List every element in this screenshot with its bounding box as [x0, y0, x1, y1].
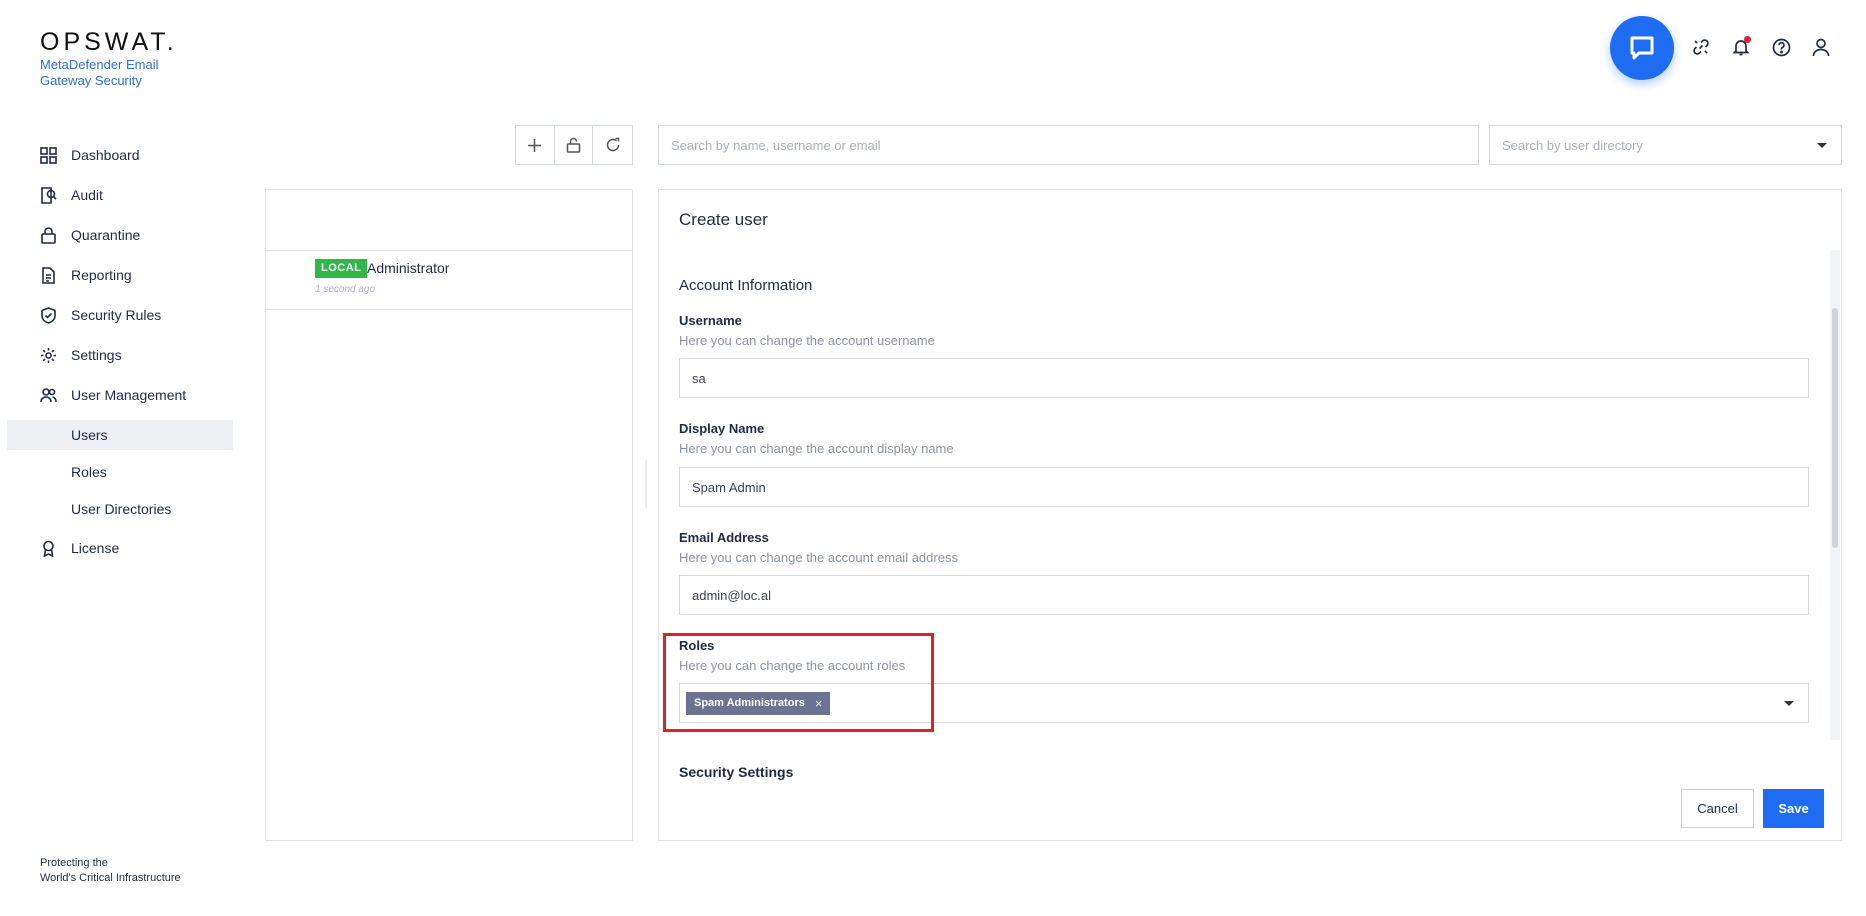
sidebar-item-security-rules[interactable]: Security Rules [0, 300, 240, 330]
shield-check-icon [41, 307, 56, 324]
cancel-button[interactable]: Cancel [1681, 789, 1754, 828]
user-list: LOCAL Administrator 1 second ago [265, 189, 633, 841]
notifications-button[interactable] [1730, 36, 1752, 58]
sidebar-subitem-label: Users [71, 427, 108, 443]
link-button[interactable] [1690, 36, 1712, 58]
sidebar-subitem-label: Roles [71, 464, 107, 480]
form-scrollbar-thumb[interactable] [1832, 308, 1838, 548]
display-name-label: Display Name [679, 421, 765, 436]
user-search-input[interactable] [658, 125, 1479, 165]
user-directory-select[interactable]: Search by user directory [1489, 125, 1842, 165]
sidebar-item-audit[interactable]: Audit [0, 180, 240, 210]
footer-line: Protecting the [40, 857, 108, 869]
users-icon [40, 388, 57, 403]
sidebar-item-label: Security Rules [71, 307, 162, 323]
display-name-help: Here you can change the account display … [679, 441, 954, 456]
lock-icon [41, 227, 56, 244]
user-directory-placeholder: Search by user directory [1502, 138, 1643, 153]
link-icon [1693, 39, 1709, 55]
user-icon [1812, 38, 1830, 56]
refresh-button[interactable] [593, 126, 632, 164]
sidebar-item-label: Reporting [71, 267, 132, 283]
sidebar-item-label: Dashboard [71, 147, 140, 163]
chevron-down-icon [1784, 701, 1794, 706]
section-title-security: Security Settings [679, 764, 794, 780]
help-icon [1772, 38, 1790, 56]
display-name-field[interactable] [679, 467, 1809, 507]
section-title-account: Account Information [679, 277, 813, 294]
sidebar-item-settings[interactable]: Settings [0, 340, 240, 370]
page-title: Create user [679, 210, 768, 229]
sidebar-item-reporting[interactable]: Reporting [0, 260, 240, 290]
opswat-logo[interactable]: OPSWAT. [40, 28, 178, 57]
sidebar-item-label: License [71, 540, 120, 556]
user-toolbar [515, 125, 633, 165]
roles-highlight-box [663, 633, 934, 732]
sidebar: OPSWAT. MetaDefender Email Gateway Secur… [0, 0, 240, 916]
chat-button[interactable] [1610, 16, 1674, 80]
add-user-button[interactable] [516, 126, 555, 164]
unlock-button[interactable] [555, 126, 594, 164]
email-field[interactable] [679, 575, 1809, 615]
create-user-panel: Create user Account Information Username… [658, 189, 1842, 841]
sidebar-item-label: User Management [71, 387, 187, 403]
refresh-icon [606, 137, 619, 152]
save-button[interactable]: Save [1763, 789, 1824, 828]
sidebar-item-label: Quarantine [71, 227, 141, 243]
sidebar-item-label: Audit [71, 187, 103, 203]
list-item[interactable]: LOCAL Administrator 1 second ago [266, 250, 632, 308]
sidebar-subitem-user-directories[interactable]: User Directories [7, 494, 233, 524]
footer-line: World's Critical Infrastructure [40, 872, 181, 884]
email-help: Here you can change the account email ad… [679, 550, 958, 565]
dashboard-grid-icon [40, 147, 57, 164]
chat-icon [1630, 36, 1654, 60]
sidebar-item-license[interactable]: License [0, 533, 240, 563]
product-name: MetaDefender Email Gateway Security [40, 57, 159, 88]
footer-tagline: Protecting the World's Critical Infrastr… [40, 856, 181, 886]
email-label: Email Address [679, 530, 769, 545]
audit-icon [41, 187, 57, 204]
sidebar-subitem-roles[interactable]: Roles [7, 457, 233, 487]
username-field[interactable] [679, 358, 1809, 398]
sidebar-subitem-users[interactable]: Users [7, 420, 233, 450]
sidebar-item-quarantine[interactable]: Quarantine [0, 220, 240, 250]
sidebar-item-user-management[interactable]: User Management [0, 380, 240, 410]
local-badge: LOCAL [315, 259, 368, 278]
username-label: Username [679, 313, 742, 328]
gear-icon [41, 348, 56, 363]
plus-icon [528, 138, 542, 152]
notification-dot [1744, 36, 1751, 43]
sidebar-item-label: Settings [71, 347, 122, 363]
panel-resize-handle[interactable] [645, 460, 647, 508]
username-help: Here you can change the account username [679, 333, 935, 348]
ribbon-icon [43, 540, 54, 557]
unlock-icon [566, 137, 581, 153]
list-divider [266, 309, 632, 310]
user-menu-button[interactable] [1810, 36, 1832, 58]
document-icon [42, 267, 55, 284]
user-timestamp: 1 second ago [315, 284, 376, 295]
chevron-down-icon [1817, 143, 1827, 148]
sidebar-subitem-label: User Directories [71, 501, 172, 517]
user-name: Administrator [367, 260, 450, 276]
sidebar-item-dashboard[interactable]: Dashboard [0, 140, 240, 170]
help-button[interactable] [1770, 36, 1792, 58]
